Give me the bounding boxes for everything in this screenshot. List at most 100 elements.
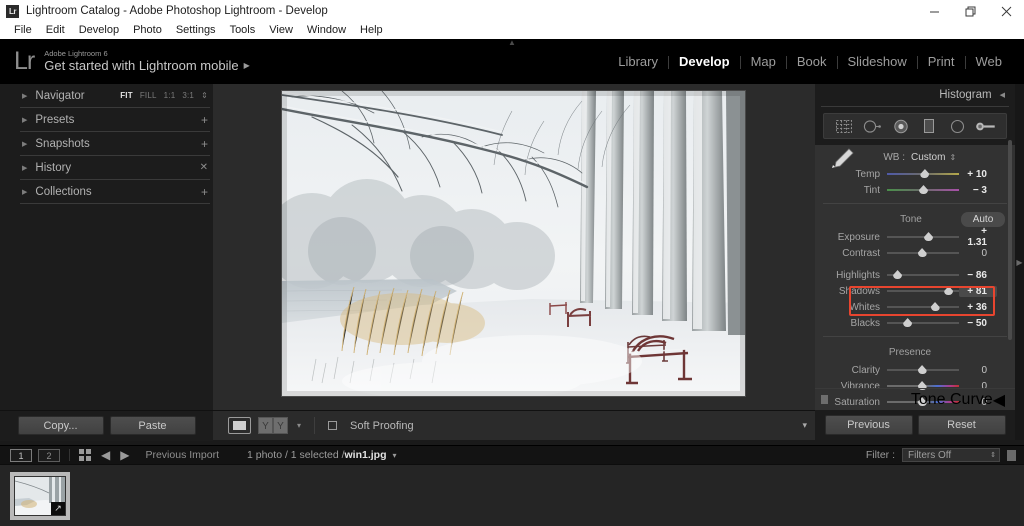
- close-button[interactable]: [988, 0, 1024, 22]
- slider-highlights[interactable]: Highlights − 86: [815, 267, 1015, 283]
- loupe-view-button[interactable]: [228, 417, 251, 434]
- tone-curve-header[interactable]: Tone Curve ◀: [815, 388, 1015, 410]
- filter-select[interactable]: Filters Off ⇕: [902, 448, 1000, 462]
- disclosure-triangle-icon[interactable]: ▶: [22, 164, 27, 172]
- add-snapshot-icon[interactable]: +: [201, 138, 208, 150]
- menu-edit[interactable]: Edit: [39, 22, 72, 39]
- contrast-track[interactable]: [887, 245, 959, 261]
- exposure-knob[interactable]: [924, 232, 934, 241]
- white-balance-value[interactable]: Custom: [911, 152, 945, 163]
- graduated-filter-icon[interactable]: [918, 117, 940, 135]
- tint-track[interactable]: [887, 182, 959, 198]
- menu-settings[interactable]: Settings: [169, 22, 223, 39]
- panel-navigator[interactable]: ▶ Navigator FIT FILL 1:1 3:1 ⇕: [20, 84, 210, 108]
- radial-filter-icon[interactable]: [946, 117, 968, 135]
- blacks-track[interactable]: [887, 315, 959, 331]
- disclosure-triangle-icon[interactable]: ▶: [22, 140, 27, 148]
- panel-snapshots[interactable]: ▶ Snapshots +: [20, 132, 210, 156]
- paste-button[interactable]: Paste: [109, 416, 196, 435]
- zoom-1-1[interactable]: 1:1: [164, 91, 176, 100]
- menu-view[interactable]: View: [262, 22, 300, 39]
- disclosure-triangle-icon[interactable]: ▶: [22, 188, 27, 196]
- highlights-track[interactable]: [887, 267, 959, 283]
- zoom-3-1[interactable]: 3:1: [182, 91, 194, 100]
- shadows-track[interactable]: [887, 283, 959, 299]
- module-web[interactable]: Web: [966, 53, 1013, 71]
- contrast-knob[interactable]: [917, 248, 927, 257]
- disclosure-triangle-icon[interactable]: ▶: [22, 92, 27, 100]
- source-label[interactable]: Previous Import: [145, 449, 219, 461]
- slider-blacks[interactable]: Blacks − 50: [815, 315, 1015, 331]
- develop-badge-icon[interactable]: ↗: [51, 502, 65, 515]
- clear-history-icon[interactable]: ✕: [200, 162, 208, 173]
- histogram-header[interactable]: Histogram ◀: [815, 84, 1015, 106]
- adjustment-brush-icon[interactable]: [975, 117, 997, 135]
- whites-track[interactable]: [887, 299, 959, 315]
- module-slideshow[interactable]: Slideshow: [838, 53, 917, 71]
- slider-exposure[interactable]: Exposure + 1.31: [815, 226, 1015, 248]
- module-library[interactable]: Library: [608, 53, 668, 71]
- tone-curve-switch-icon[interactable]: [821, 395, 828, 404]
- identity-plate[interactable]: Lr Adobe Lightroom 6 Get started with Li…: [14, 47, 250, 75]
- restore-button[interactable]: [952, 0, 988, 22]
- disclosure-triangle-icon[interactable]: ▶: [22, 116, 27, 124]
- menu-help[interactable]: Help: [353, 22, 390, 39]
- white-balance-spinner-icon[interactable]: ⇕: [949, 153, 956, 162]
- auto-tone-button[interactable]: Auto: [961, 211, 1005, 227]
- menu-tools[interactable]: Tools: [223, 22, 263, 39]
- red-eye-icon[interactable]: [890, 117, 912, 135]
- copy-button[interactable]: Copy...: [17, 416, 104, 435]
- panel-collections[interactable]: ▶ Collections +: [20, 180, 210, 204]
- zoom-spinner-icon[interactable]: ⇕: [201, 91, 208, 100]
- clarity-knob[interactable]: [917, 365, 927, 374]
- reset-button[interactable]: Reset: [917, 415, 1006, 435]
- minimize-button[interactable]: [916, 0, 952, 22]
- spot-removal-icon[interactable]: [861, 117, 883, 135]
- whites-knob[interactable]: [930, 302, 940, 311]
- highlights-knob[interactable]: [893, 270, 903, 279]
- whites-value[interactable]: + 36: [959, 302, 997, 313]
- module-print[interactable]: Print: [918, 53, 965, 71]
- module-map[interactable]: Map: [741, 53, 786, 71]
- zoom-fill[interactable]: FILL: [140, 91, 157, 100]
- previous-button[interactable]: Previous: [824, 415, 913, 435]
- temp-track[interactable]: [887, 166, 959, 182]
- second-monitor-button[interactable]: 2: [38, 448, 60, 462]
- slider-tint[interactable]: Tint − 3: [815, 182, 1015, 198]
- slider-whites[interactable]: Whites + 36: [815, 299, 1015, 315]
- panel-history[interactable]: ▶ History ✕: [20, 156, 210, 180]
- menu-file[interactable]: File: [7, 22, 39, 39]
- filename-caret-icon[interactable]: ▾: [393, 451, 397, 460]
- soft-proofing-checkbox[interactable]: [328, 421, 338, 430]
- zoom-fit[interactable]: FIT: [120, 91, 133, 100]
- grid-view-icon[interactable]: [79, 449, 91, 461]
- histogram-collapse-arrow-icon[interactable]: ◀: [1000, 91, 1005, 99]
- menu-window[interactable]: Window: [300, 22, 353, 39]
- main-monitor-button[interactable]: 1: [10, 448, 32, 462]
- tone-curve-collapse-arrow-icon[interactable]: ◀: [993, 390, 1005, 410]
- filmstrip-thumbnail[interactable]: ↗: [10, 472, 70, 520]
- white-balance-selector-icon[interactable]: [829, 147, 855, 174]
- compare-view-buttons[interactable]: Y Y: [258, 417, 288, 434]
- module-develop[interactable]: Develop: [669, 53, 740, 71]
- filter-toggle-icon[interactable]: [1007, 449, 1016, 461]
- shadows-knob[interactable]: [944, 286, 954, 295]
- slider-shadows[interactable]: Shadows + 81: [815, 283, 1015, 299]
- menu-photo[interactable]: Photo: [126, 22, 169, 39]
- go-forward-icon[interactable]: ▶: [120, 448, 129, 462]
- right-panel-collapse[interactable]: ▶: [1015, 84, 1024, 440]
- highlights-value[interactable]: − 86: [959, 270, 997, 281]
- identity-arrow-icon[interactable]: ▶: [244, 61, 250, 70]
- toolbar-collapse-caret-icon[interactable]: ▾: [802, 420, 807, 431]
- temp-value[interactable]: + 10: [959, 169, 997, 180]
- panel-presets[interactable]: ▶ Presets +: [20, 108, 210, 132]
- go-back-icon[interactable]: ◀: [101, 448, 110, 462]
- view-mode-caret-icon[interactable]: ▾: [297, 421, 301, 430]
- add-preset-icon[interactable]: +: [201, 114, 208, 126]
- clarity-value[interactable]: 0: [959, 365, 997, 376]
- clarity-track[interactable]: [887, 362, 959, 378]
- tint-knob[interactable]: [919, 185, 928, 194]
- exposure-value[interactable]: + 1.31: [959, 226, 997, 248]
- white-balance-row[interactable]: WB : Custom ⇕: [815, 148, 1015, 168]
- blacks-knob[interactable]: [903, 318, 913, 327]
